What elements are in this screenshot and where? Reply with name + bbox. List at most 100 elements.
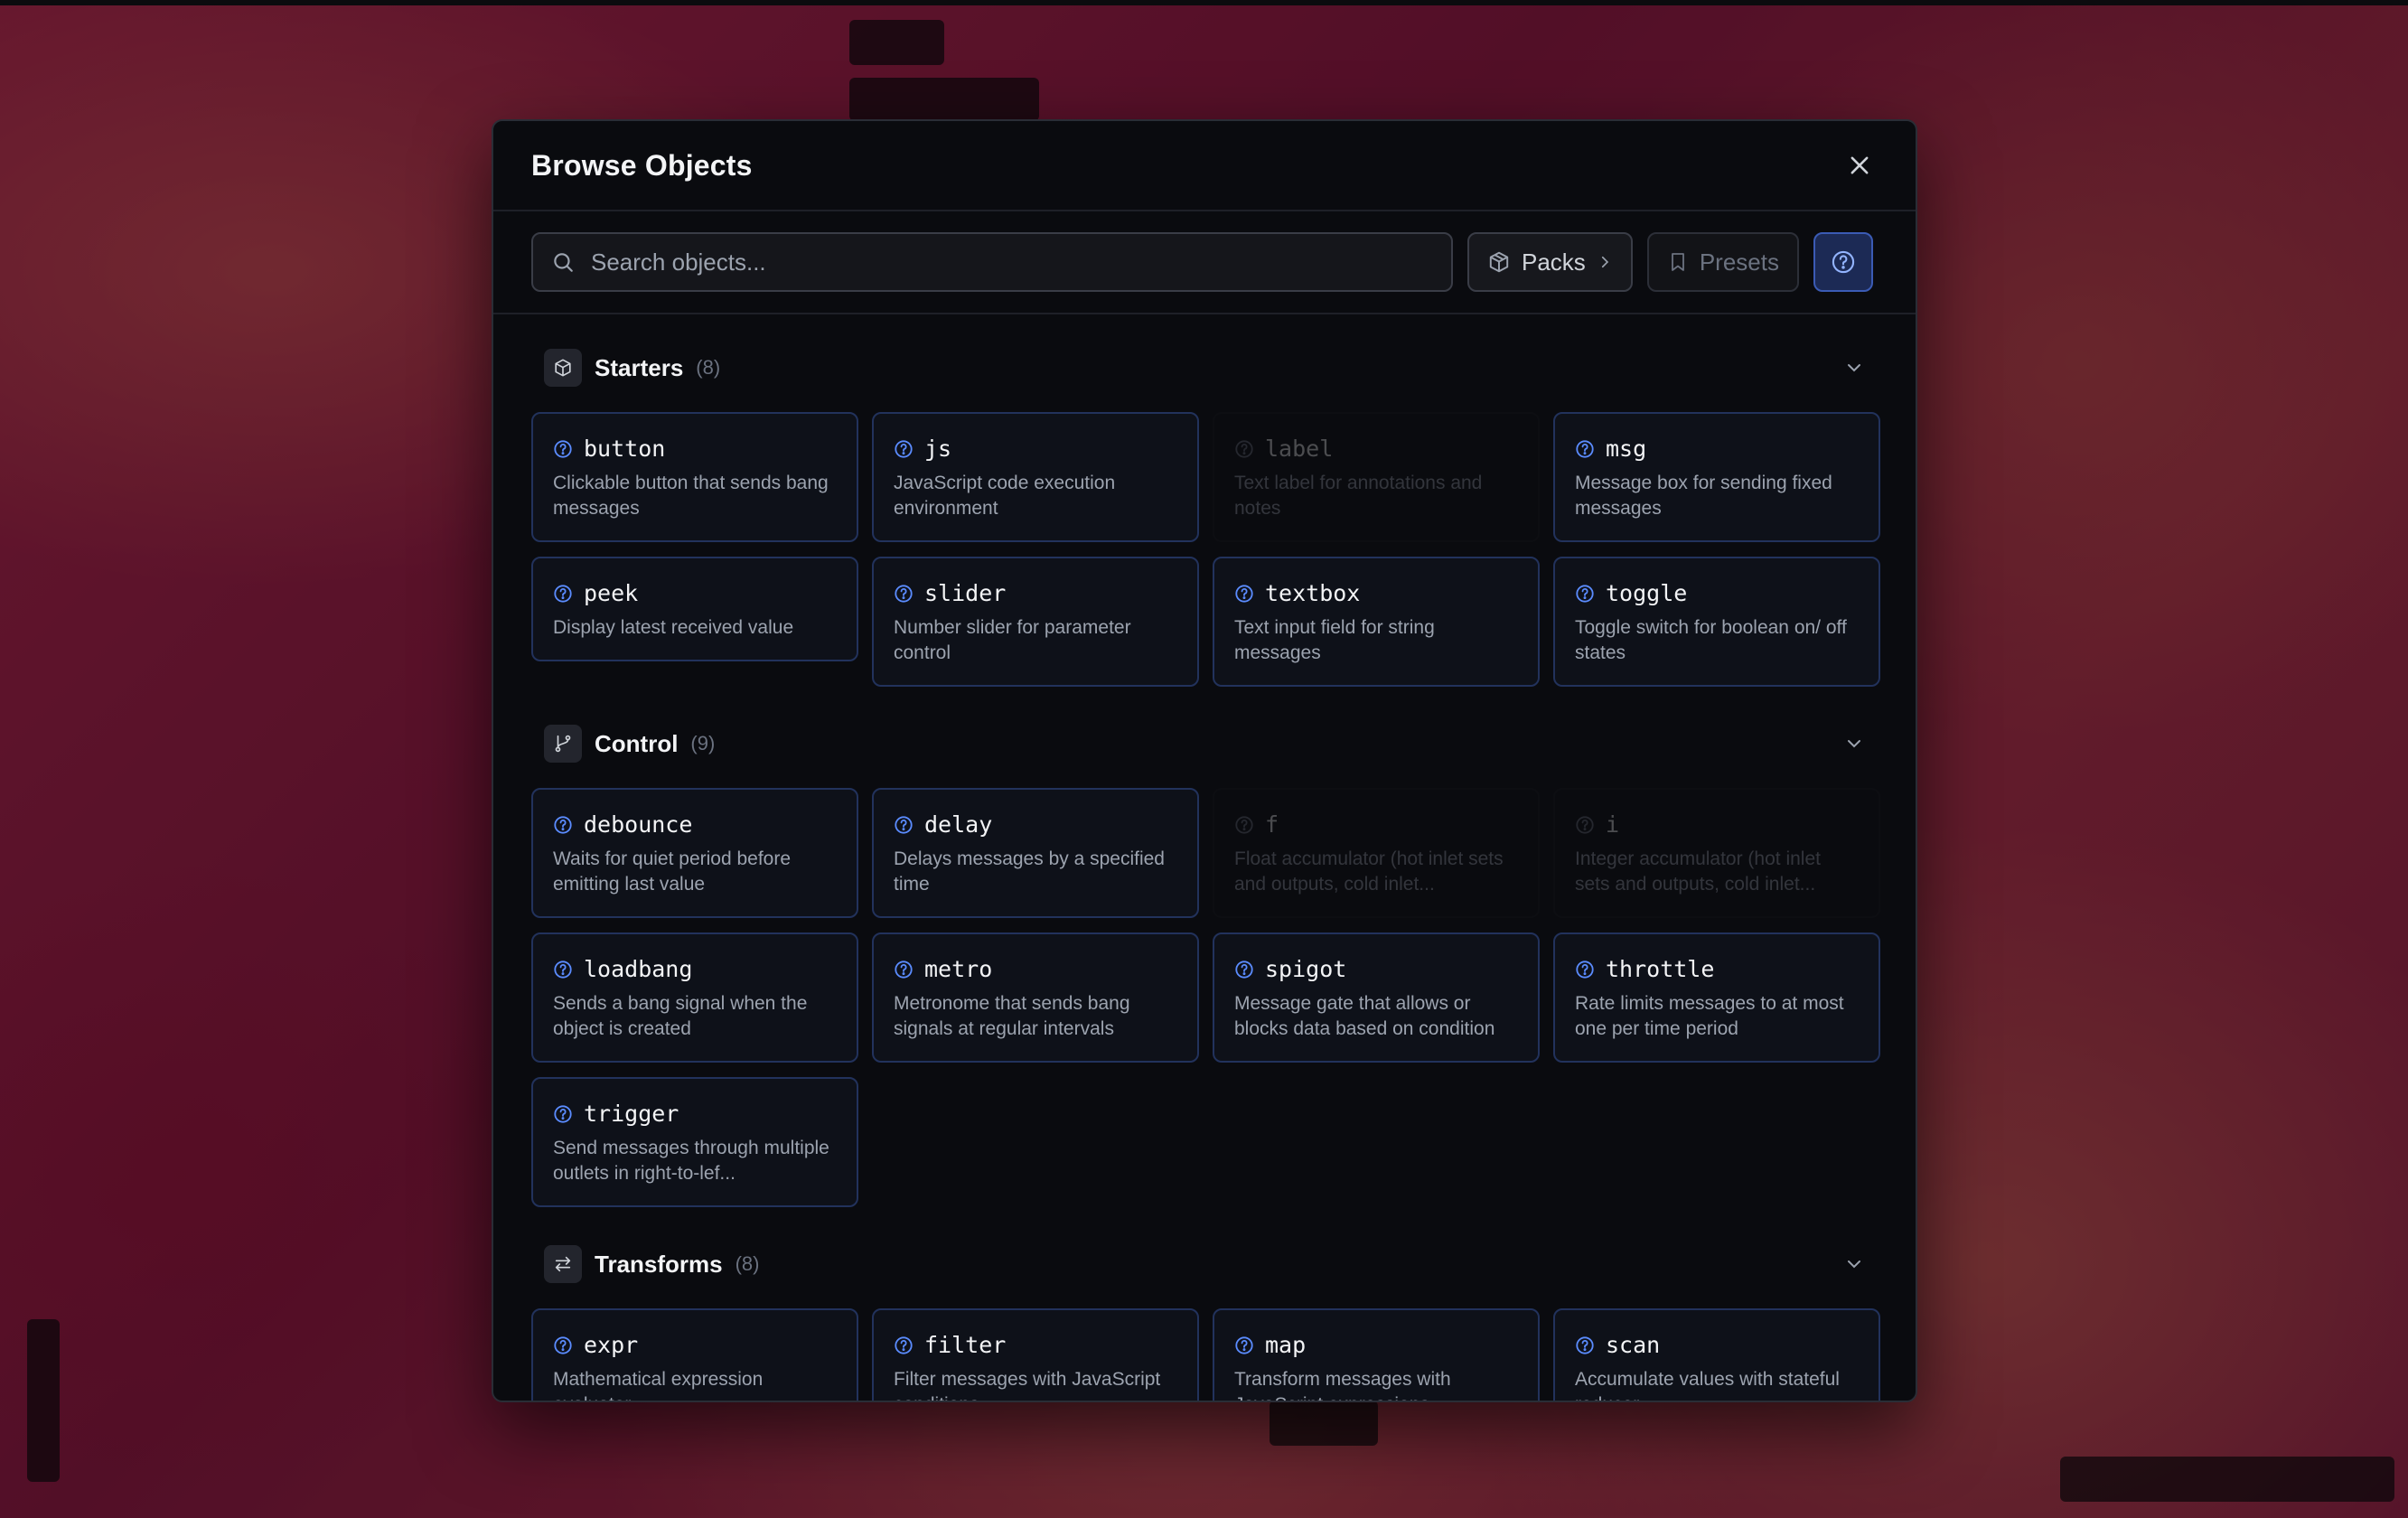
git-branch-icon xyxy=(544,725,582,763)
object-description: Send messages through multiple outlets i… xyxy=(553,1138,829,1184)
object-description: Delays messages by a specified time xyxy=(894,848,1165,895)
help-circle-icon xyxy=(1576,815,1594,834)
section-title: Starters xyxy=(595,353,684,381)
object-name: msg xyxy=(1606,436,1647,462)
object-description: Accumulate values with stateful reducer xyxy=(1575,1369,1840,1401)
chevron-down-icon[interactable] xyxy=(1843,357,1865,379)
object-card-msg[interactable]: msg Message box for sending fixed messag… xyxy=(1553,412,1880,542)
search-icon xyxy=(554,253,573,272)
object-name: metro xyxy=(924,956,993,982)
object-card-slider[interactable]: slider Number slider for parameter contr… xyxy=(872,557,1199,687)
help-circle-icon[interactable] xyxy=(894,1335,914,1355)
object-name: filter xyxy=(924,1332,1007,1358)
help-circle-icon[interactable] xyxy=(553,960,573,979)
section-header-starters[interactable]: Starters (8) xyxy=(531,347,1878,389)
help-circle-icon[interactable] xyxy=(894,439,914,459)
object-name: slider xyxy=(924,580,1007,606)
object-description: Sends a bang signal when the object is c… xyxy=(553,993,808,1039)
help-circle-icon[interactable] xyxy=(553,1104,573,1124)
help-circle-icon[interactable] xyxy=(1575,439,1595,459)
help-circle-icon[interactable] xyxy=(553,584,573,604)
help-toggle-button[interactable] xyxy=(1813,232,1873,292)
box-icon xyxy=(544,349,582,387)
package-icon xyxy=(1489,251,1509,273)
section-header-control[interactable]: Control (9) xyxy=(531,723,1878,764)
help-circle-icon[interactable] xyxy=(553,815,573,835)
object-name: scan xyxy=(1606,1332,1661,1358)
object-description: Text input field for string messages xyxy=(1234,617,1435,663)
object-description: Message gate that allows or blocks data … xyxy=(1234,993,1495,1039)
help-circle-icon[interactable] xyxy=(894,815,914,835)
object-card-peek[interactable]: peek Display latest received value xyxy=(531,557,858,661)
object-card-delay[interactable]: delay Delays messages by a specified tim… xyxy=(872,788,1199,918)
packs-button[interactable]: Packs xyxy=(1467,232,1633,292)
dialog-header: Browse Objects xyxy=(493,121,1916,211)
object-name: trigger xyxy=(584,1101,679,1127)
object-name: i xyxy=(1606,811,1620,838)
help-circle-icon[interactable] xyxy=(1575,584,1595,604)
object-card-throttle[interactable]: throttle Rate limits messages to at most… xyxy=(1553,932,1880,1063)
object-description: Message box for sending fixed messages xyxy=(1575,473,1832,519)
object-list[interactable]: Starters (8) button Clickable button tha… xyxy=(493,347,1916,1401)
section-header-transforms[interactable]: Transforms (8) xyxy=(531,1243,1878,1285)
help-circle-icon[interactable] xyxy=(1234,584,1254,604)
object-card-button[interactable]: button Clickable button that sends bang … xyxy=(531,412,858,542)
help-circle-icon[interactable] xyxy=(894,960,914,979)
object-description: Rate limits messages to at most one per … xyxy=(1575,993,1844,1039)
dialog-toolbar: Packs Presets xyxy=(493,211,1916,314)
object-card-scan[interactable]: scan Accumulate values with stateful red… xyxy=(1553,1308,1880,1401)
help-circle-icon[interactable] xyxy=(1575,1335,1595,1355)
dialog-title: Browse Objects xyxy=(531,148,753,182)
object-description: Float accumulator (hot inlet sets and ou… xyxy=(1234,848,1504,895)
packs-label: Packs xyxy=(1522,248,1586,276)
object-description: JavaScript code execution environment xyxy=(894,473,1116,519)
object-card-label: label Text label for annotations and not… xyxy=(1213,412,1540,542)
object-card-toggle[interactable]: toggle Toggle switch for boolean on/ off… xyxy=(1553,557,1880,687)
chevron-right-icon xyxy=(1601,256,1608,268)
help-circle-icon[interactable] xyxy=(894,584,914,604)
top-bar xyxy=(0,0,2408,5)
object-card-debounce[interactable]: debounce Waits for quiet period before e… xyxy=(531,788,858,918)
object-name: label xyxy=(1265,436,1334,462)
object-card-metro[interactable]: metro Metronome that sends bang signals … xyxy=(872,932,1199,1063)
object-description: Mathematical expression evaluator xyxy=(553,1369,764,1401)
object-card-filter[interactable]: filter Filter messages with JavaScript c… xyxy=(872,1308,1199,1401)
search-box xyxy=(531,232,1453,292)
object-grid: debounce Waits for quiet period before e… xyxy=(531,788,1880,1207)
object-name: textbox xyxy=(1265,580,1361,606)
help-circle-icon[interactable] xyxy=(1234,1335,1254,1355)
help-circle-icon[interactable] xyxy=(1234,960,1254,979)
help-circle-icon xyxy=(1235,815,1253,834)
object-card-js[interactable]: js JavaScript code execution environment xyxy=(872,412,1199,542)
object-description: Toggle switch for boolean on/ off states xyxy=(1575,617,1847,663)
object-card-spigot[interactable]: spigot Message gate that allows or block… xyxy=(1213,932,1540,1063)
help-circle-icon[interactable] xyxy=(553,1335,573,1355)
object-card-textbox[interactable]: textbox Text input field for string mess… xyxy=(1213,557,1540,687)
search-input[interactable] xyxy=(591,248,1433,276)
presets-button[interactable]: Presets xyxy=(1646,232,1799,292)
object-name: f xyxy=(1265,811,1279,838)
object-name: js xyxy=(924,436,952,462)
object-card-trigger[interactable]: trigger Send messages through multiple o… xyxy=(531,1077,858,1207)
object-card-expr[interactable]: expr Mathematical expression evaluator xyxy=(531,1308,858,1401)
close-button[interactable] xyxy=(1840,145,1879,185)
help-circle-icon[interactable] xyxy=(1575,960,1595,979)
section-count: (9) xyxy=(690,732,716,754)
chevron-down-icon[interactable] xyxy=(1843,733,1865,754)
object-card-loadbang[interactable]: loadbang Sends a bang signal when the ob… xyxy=(531,932,858,1063)
object-description: Integer accumulator (hot inlet sets and … xyxy=(1575,848,1821,895)
help-circle-icon[interactable] xyxy=(553,439,573,459)
section-title: Control xyxy=(595,729,679,757)
object-name: toggle xyxy=(1606,580,1688,606)
object-card-map[interactable]: map Transform messages with JavaScript e… xyxy=(1213,1308,1540,1401)
section-transforms: Transforms (8) expr Mathematical express… xyxy=(531,1243,1880,1401)
object-name: peek xyxy=(584,580,639,606)
help-circle-icon xyxy=(1235,439,1253,458)
chevron-down-icon[interactable] xyxy=(1843,1253,1865,1275)
object-description: Filter messages with JavaScript conditio… xyxy=(894,1369,1161,1401)
object-name: throttle xyxy=(1606,956,1715,982)
object-name: button xyxy=(584,436,666,462)
object-name: spigot xyxy=(1265,956,1347,982)
object-name: debounce xyxy=(584,811,693,838)
object-name: expr xyxy=(584,1332,639,1358)
